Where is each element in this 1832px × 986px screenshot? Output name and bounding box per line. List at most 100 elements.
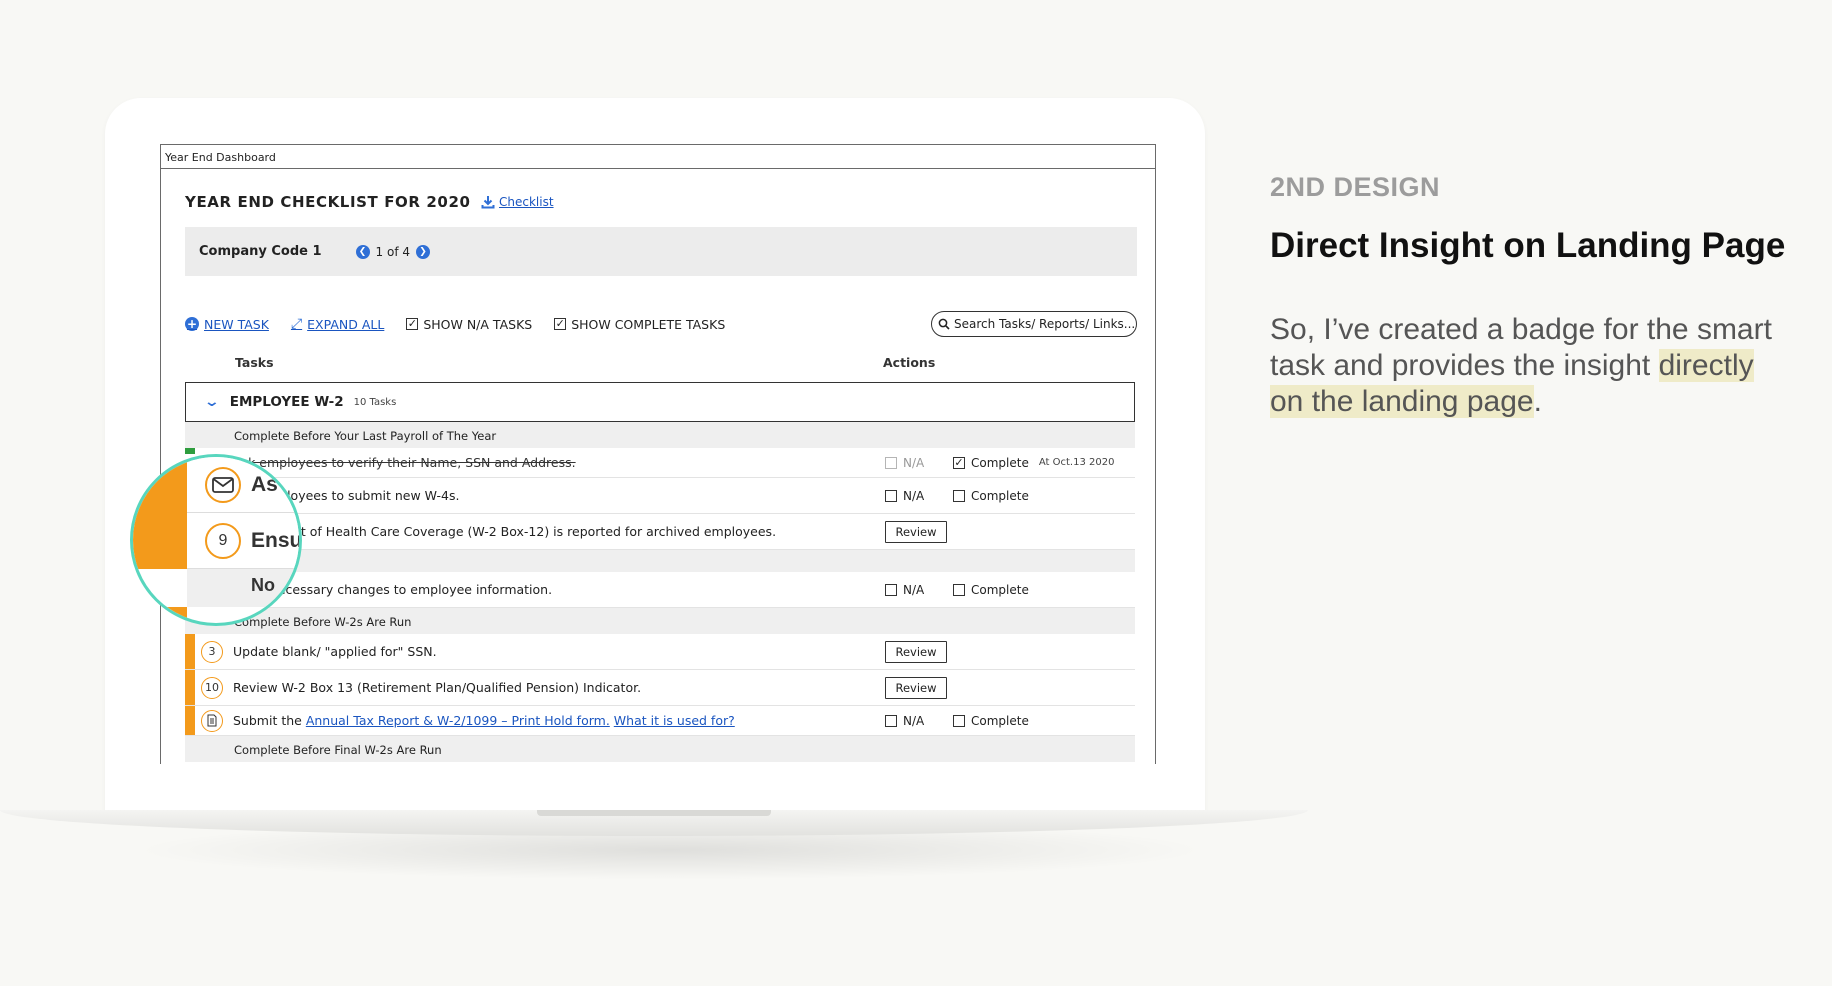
expand-all-label: EXPAND ALL bbox=[307, 316, 385, 332]
envelope-icon[interactable] bbox=[205, 467, 241, 503]
priority-flag bbox=[185, 706, 195, 735]
chevron-down-icon[interactable]: ⌄ bbox=[204, 394, 220, 410]
na-toggle[interactable]: N/A bbox=[885, 456, 924, 470]
review-button[interactable]: Review bbox=[885, 676, 947, 699]
complete-checkbox[interactable]: ✓ bbox=[953, 456, 965, 469]
table-row: 3 Update blank/ "applied for" SSN. Revie… bbox=[185, 634, 1135, 670]
magnified-gray-row bbox=[187, 569, 299, 607]
task-text-prefix: Submit the bbox=[233, 713, 302, 728]
table-row: Ask employees to verify their Name, SSN … bbox=[185, 448, 1135, 478]
task-text: Ensure cost of Health Care Coverage (W-2… bbox=[233, 524, 777, 539]
expand-all-button[interactable]: ⤢ EXPAND ALL bbox=[291, 316, 384, 332]
smart-task-badge[interactable]: 9 bbox=[205, 523, 241, 559]
new-task-button[interactable]: + NEW TASK bbox=[185, 317, 269, 332]
complete-label: Complete bbox=[971, 488, 1029, 503]
na-label: N/A bbox=[903, 582, 925, 597]
complete-label: Complete bbox=[971, 582, 1029, 597]
section-header: Complete Before W-2s Are Run bbox=[185, 608, 1135, 634]
magnified-flag bbox=[133, 457, 187, 569]
download-icon bbox=[481, 196, 495, 209]
table-row: Submit the Annual Tax Report & W-2/1099 … bbox=[185, 706, 1135, 736]
complete-checkbox[interactable] bbox=[953, 583, 965, 596]
plus-icon: + bbox=[185, 317, 199, 331]
complete-flag bbox=[185, 448, 195, 454]
magnifier-lens: As 9 Ensu No bbox=[130, 454, 302, 626]
search-placeholder: Search Tasks/ Reports/ Links... bbox=[954, 317, 1136, 331]
magnified-text: Ensu bbox=[251, 529, 302, 552]
show-na-label: SHOW N/A TASKS bbox=[423, 316, 533, 332]
show-complete-checkbox[interactable]: ✓ bbox=[554, 318, 567, 330]
table-row: Ensure cost of Health Care Coverage (W-2… bbox=[185, 514, 1135, 550]
page-indicator: 1 of 4 bbox=[375, 244, 410, 259]
section-header: Complete Before Final W-2s Are Run bbox=[185, 736, 1135, 762]
company-bar: Company Code 1 ❮ 1 of 4 ❯ bbox=[185, 227, 1137, 276]
table-row: 10 Review W-2 Box 13 (Retirement Plan/Qu… bbox=[185, 670, 1135, 706]
complete-label: Complete bbox=[971, 455, 1029, 470]
review-button[interactable]: Review bbox=[885, 640, 947, 663]
group-count: 10 Tasks bbox=[353, 396, 397, 408]
na-checkbox[interactable] bbox=[885, 583, 897, 596]
document-icon[interactable] bbox=[201, 709, 223, 732]
na-label: N/A bbox=[903, 488, 925, 503]
smart-task-badge[interactable]: 3 bbox=[201, 640, 223, 663]
na-label: N/A bbox=[903, 455, 925, 470]
na-toggle[interactable]: N/A bbox=[885, 583, 924, 597]
complete-toggle[interactable]: Complete bbox=[953, 489, 1029, 503]
app-screen: Year End Dashboard YEAR END CHECKLIST FO… bbox=[160, 144, 1156, 764]
window-title: Year End Dashboard bbox=[161, 145, 1155, 169]
complete-label: Complete bbox=[971, 713, 1029, 728]
na-checkbox[interactable] bbox=[885, 456, 897, 469]
company-pager: ❮ 1 of 4 ❯ bbox=[355, 244, 430, 259]
magnified-text: As bbox=[251, 473, 278, 496]
priority-flag bbox=[185, 670, 195, 705]
annual-tax-report-link[interactable]: Annual Tax Report & W-2/1099 – Print Hol… bbox=[306, 713, 610, 728]
section-note: Note bbox=[185, 550, 1135, 572]
task-table: ⌄ EMPLOYEE W-2 10 Tasks Complete Before … bbox=[185, 382, 1135, 762]
body-copy: So, I’ve created a badge for the smart t… bbox=[1270, 312, 1790, 420]
complete-toggle[interactable]: Complete bbox=[953, 714, 1029, 728]
task-text: Update blank/ "applied for" SSN. bbox=[233, 644, 437, 659]
headline: Direct Insight on Landing Page bbox=[1270, 226, 1786, 265]
toolbar: + NEW TASK ⤢ EXPAND ALL ✓ SHOW N/A TASKS… bbox=[185, 311, 1137, 337]
group-name: EMPLOYEE W-2 bbox=[229, 394, 344, 410]
checklist-link-label[interactable]: Checklist bbox=[499, 195, 554, 209]
table-row: Ask employees to submit new W-4s. N/A Co… bbox=[185, 478, 1135, 514]
show-complete-label: SHOW COMPLETE TASKS bbox=[571, 316, 726, 332]
company-name: Company Code 1 bbox=[199, 244, 322, 259]
complete-checkbox[interactable] bbox=[953, 489, 965, 502]
tasks-column-header: Tasks bbox=[235, 355, 274, 370]
na-checkbox[interactable] bbox=[885, 714, 897, 727]
task-text: Review W-2 Box 13 (Retirement Plan/Quali… bbox=[233, 680, 642, 695]
show-complete-toggle[interactable]: ✓ SHOW COMPLETE TASKS bbox=[554, 317, 725, 332]
complete-checkbox[interactable] bbox=[953, 714, 965, 727]
expand-icon: ⤢ bbox=[290, 316, 303, 332]
new-task-label: NEW TASK bbox=[204, 316, 269, 332]
show-na-checkbox[interactable]: ✓ bbox=[406, 318, 419, 330]
next-company-icon[interactable]: ❯ bbox=[416, 244, 430, 259]
na-checkbox[interactable] bbox=[885, 489, 897, 502]
search-input[interactable]: Search Tasks/ Reports/ Links... bbox=[931, 311, 1137, 337]
checklist-download-link[interactable]: Checklist bbox=[481, 195, 554, 209]
complete-toggle[interactable]: ✓ Complete At Oct.13 2020 bbox=[953, 456, 1114, 470]
page-title: YEAR END CHECKLIST FOR 2020 bbox=[185, 193, 471, 211]
priority-flag bbox=[185, 634, 195, 669]
magnified-text: No bbox=[251, 575, 275, 595]
body-text-end: . bbox=[1533, 385, 1542, 418]
group-header[interactable]: ⌄ EMPLOYEE W-2 10 Tasks bbox=[185, 382, 1135, 422]
show-na-toggle[interactable]: ✓ SHOW N/A TASKS bbox=[406, 317, 532, 332]
eyebrow-label: 2ND DESIGN bbox=[1270, 172, 1441, 202]
table-row: Make necessary changes to employee infor… bbox=[185, 572, 1135, 608]
complete-toggle[interactable]: Complete bbox=[953, 583, 1029, 597]
completion-timestamp: At Oct.13 2020 bbox=[1038, 457, 1115, 468]
smart-task-badge[interactable]: 10 bbox=[201, 676, 223, 699]
na-label: N/A bbox=[903, 713, 925, 728]
task-text: Submit the Annual Tax Report & W-2/1099 … bbox=[233, 713, 735, 728]
review-button[interactable]: Review bbox=[885, 520, 947, 543]
na-toggle[interactable]: N/A bbox=[885, 714, 924, 728]
what-is-it-link[interactable]: What it is used for? bbox=[614, 713, 735, 728]
search-icon bbox=[938, 318, 950, 330]
prev-company-icon[interactable]: ❮ bbox=[355, 244, 370, 259]
actions-column-header: Actions bbox=[883, 355, 936, 370]
na-toggle[interactable]: N/A bbox=[885, 489, 924, 503]
section-header: Complete Before Your Last Payroll of The… bbox=[185, 422, 1135, 448]
